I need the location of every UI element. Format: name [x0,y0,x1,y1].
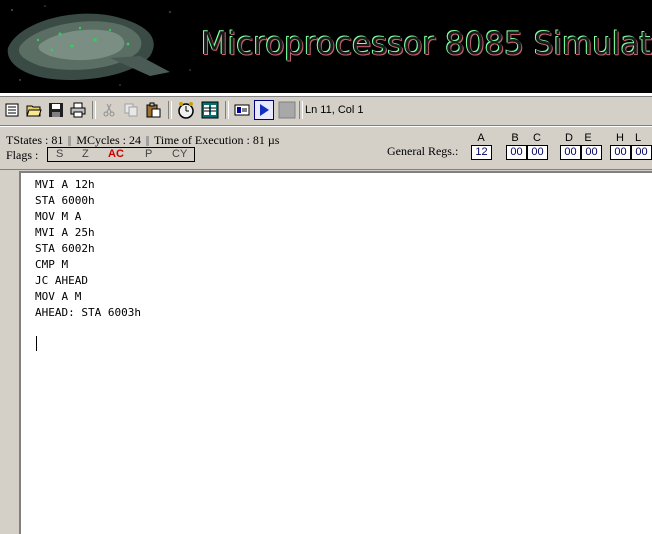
execution-stats: TStates : 81 MCycles : 24 Time of Executio… [6,133,279,148]
divider [146,136,149,147]
code-line: CMP M [35,258,69,271]
execution-time-value: Time of Execution : 81 µs [154,133,280,147]
print-icon[interactable] [68,100,88,120]
code-line: MVI A 25h [35,226,95,239]
register-e-value[interactable]: 00 [581,145,602,160]
register-a-label: A [477,132,485,144]
stop-icon[interactable] [277,100,297,120]
cursor-position: Ln 11, Col 1 [305,104,364,116]
code-line: AHEAD: STA 6003h [35,306,141,319]
divider [68,136,72,147]
general-registers-label: General Regs.: [387,144,459,158]
paste-icon[interactable] [143,100,163,120]
code-line: MOV A M [35,290,82,303]
register-e-label: E [584,132,592,144]
register-d-label: D [565,132,573,144]
new-icon[interactable] [2,100,22,120]
mcycles-value: MCycles : 24 [76,133,141,147]
register-h-label: H [616,132,624,144]
toolbar: Ln 11, Col 1 [0,97,652,126]
register-d-value[interactable]: 00 [560,145,581,160]
flag-cy: CY [172,148,188,160]
register-c-label: C [533,132,541,144]
toolbar-separator [168,101,172,119]
toolbar-separator [225,101,229,119]
register-l-label: L [634,132,642,144]
code-line: MOV M A [35,210,82,223]
flag-z: Z [82,148,89,160]
code-line: MVI A 12h [35,178,95,191]
flags-panel: S Z AC P CY [47,147,195,162]
copy-icon[interactable] [121,100,141,120]
run-icon[interactable] [254,100,274,120]
register-b-value[interactable]: 00 [506,145,527,160]
tstates-value: TStates : 81 [6,133,64,147]
app-title: Microprocessor 8085 Simulator [201,26,652,62]
register-l-value[interactable]: 00 [631,145,652,160]
step-icon[interactable] [232,100,252,120]
flags-label: Flags : [6,148,39,162]
text-caret [36,336,37,351]
cut-icon[interactable] [99,100,119,120]
code-editor[interactable]: MVI A 12h STA 6000h MOV M A MVI A 25h STA 60… [19,171,652,534]
flag-s: S [56,148,64,160]
save-icon[interactable] [46,100,66,120]
register-c-value[interactable]: 00 [527,145,548,160]
register-h-value[interactable]: 00 [610,145,631,160]
clock-icon[interactable] [176,100,196,120]
status-bar: TStates : 81 MCycles : 24 Time of Executio… [0,126,652,170]
app-banner: Microprocessor 8085 Simulator [0,0,652,93]
code-line: STA 6000h [35,194,95,207]
spaceship-logo-icon [0,0,200,93]
memory-icon[interactable] [200,100,220,120]
open-icon[interactable] [24,100,44,120]
register-a-value[interactable]: 12 [471,145,492,160]
flag-ac: AC [108,148,124,160]
register-b-label: B [511,132,519,144]
code-line: STA 6002h [35,242,95,255]
toolbar-separator [92,101,96,119]
code-line: JC AHEAD [35,274,88,287]
code-text[interactable]: MVI A 12h STA 6000h MOV M A MVI A 25h STA 60… [35,177,141,321]
flag-p: P [145,148,153,160]
toolbar-separator [299,101,303,119]
